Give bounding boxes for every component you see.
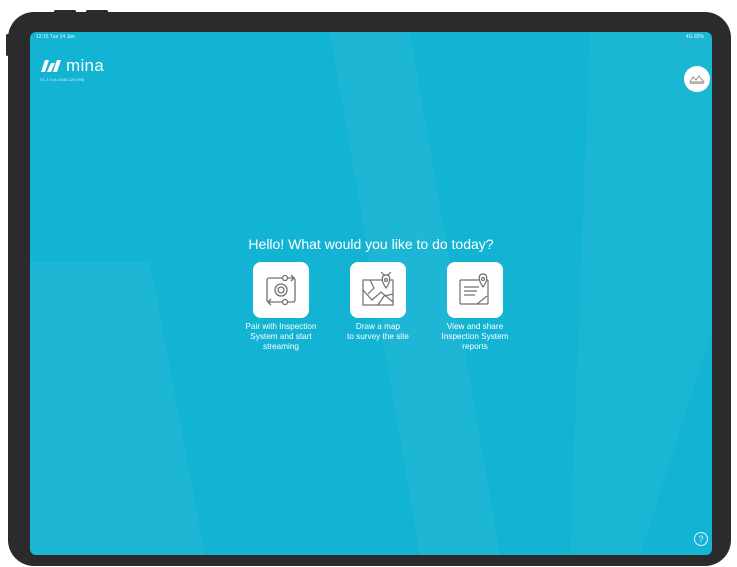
- device-profile-icon: [689, 75, 705, 84]
- pair-stream-tile[interactable]: [253, 262, 309, 318]
- status-time-date: 12:15 Tue 14 Jan: [36, 34, 75, 40]
- report-pin-icon: [459, 273, 489, 305]
- page-headline: Hello! What would you like to do today?: [248, 236, 494, 252]
- app-version: V1.7.0 (4.0/169.229.990): [40, 77, 85, 82]
- reports-label[interactable]: View and share Inspection System reports: [420, 322, 530, 352]
- help-button[interactable]: ?: [694, 532, 708, 546]
- draw-map-tile[interactable]: [350, 262, 406, 318]
- app-name: mina: [66, 56, 105, 75]
- app-logo: mina: [40, 56, 104, 76]
- draw-map-label[interactable]: Draw a map to survey the site: [323, 322, 433, 342]
- reports-tile[interactable]: [447, 262, 503, 318]
- pair-stream-icon: [266, 274, 296, 306]
- pair-stream-label[interactable]: Pair with Inspection System and start st…: [226, 322, 336, 352]
- app-screen: 12:15 Tue 14 Jan 4G 82% mina V1.7.0 (4.0…: [30, 32, 712, 555]
- profile-button[interactable]: [684, 66, 710, 92]
- map-pin-icon: [362, 272, 394, 306]
- help-icon: ?: [698, 534, 704, 544]
- mina-logo-icon: [41, 60, 61, 72]
- status-indicators: 4G 82%: [685, 34, 704, 40]
